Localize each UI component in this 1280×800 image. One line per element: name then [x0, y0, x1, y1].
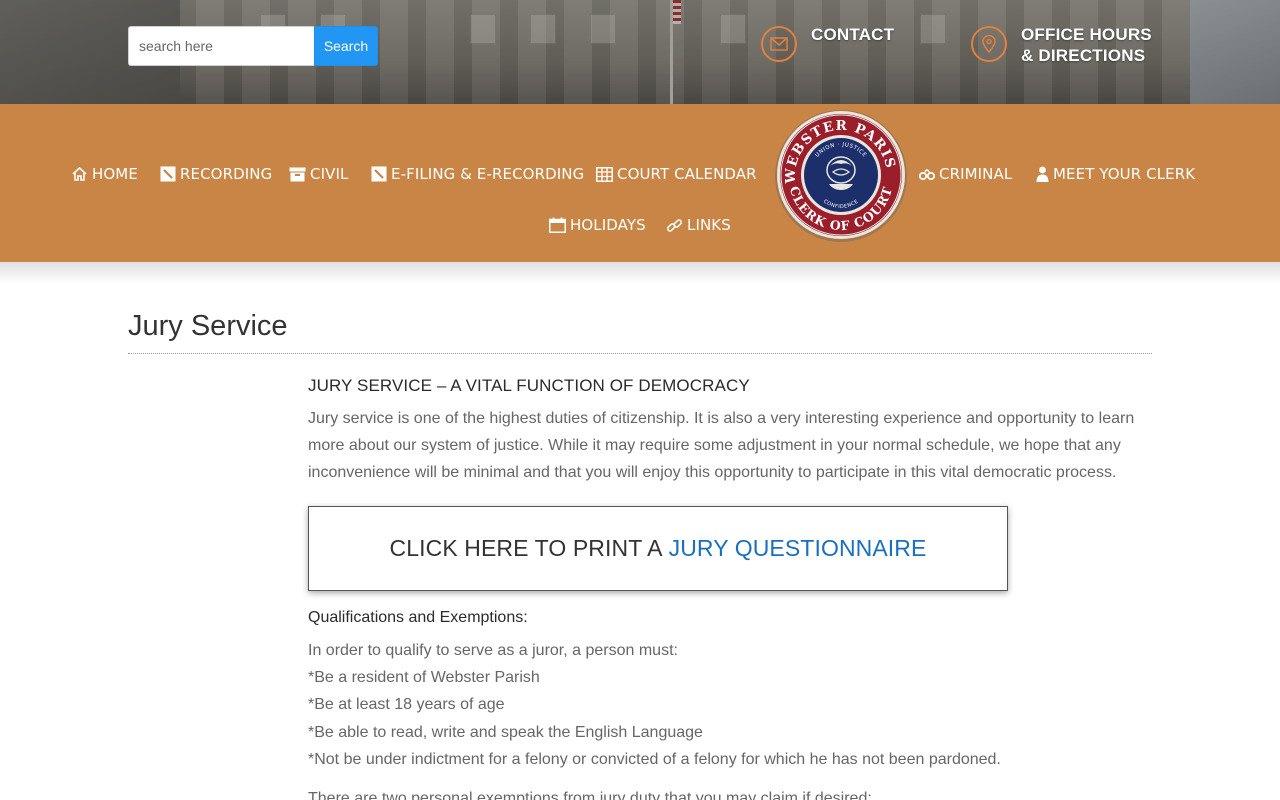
page-title: Jury Service — [128, 310, 288, 342]
intro-line: more about our system of justice. While … — [308, 437, 1121, 454]
cta-prefix: CLICK HERE TO PRINT A — [389, 535, 663, 561]
nav-court-calendar[interactable]: COURT CALENDAR — [596, 163, 757, 185]
link-icon — [666, 218, 683, 232]
envelope-icon — [761, 26, 797, 62]
nav-recording[interactable]: RECORDING — [160, 163, 272, 185]
section-heading: JURY SERVICE – A VITAL FUNCTION OF DEMOC… — [308, 376, 750, 395]
search-form: Search — [128, 26, 378, 66]
nav-links-label: LINKS — [687, 216, 731, 234]
nav-meet-your-clerk[interactable]: MEET YOUR CLERK — [1036, 163, 1195, 185]
user-icon — [1036, 166, 1049, 182]
print-questionnaire-box: CLICK HERE TO PRINT A JURY QUESTIONNAIRE — [308, 506, 1008, 591]
calendar-grid-icon — [596, 166, 613, 182]
list-item: *Be at least 18 years of age — [308, 696, 505, 714]
nav-meet-your-clerk-label: MEET YOUR CLERK — [1053, 165, 1196, 183]
contact-link[interactable]: CONTACT — [761, 24, 894, 62]
nav-efiling[interactable]: E-FILING & E-RECORDING — [371, 163, 584, 185]
qualifications-heading: Qualifications and Exemptions: — [308, 609, 528, 626]
list-item: In order to qualify to serve as a juror,… — [308, 642, 678, 659]
office-hours-label: OFFICE HOURS & DIRECTIONS — [1021, 25, 1152, 65]
search-input[interactable] — [128, 26, 314, 66]
nav-holidays-label: HOLIDAYS — [570, 216, 646, 234]
search-button[interactable]: Search — [314, 26, 378, 66]
intro-line: Jury service is one of the highest dutie… — [308, 410, 1135, 427]
calendar-icon — [549, 217, 566, 233]
intro-paragraph: Jury service is one of the highest dutie… — [308, 405, 1160, 486]
nav-civil[interactable]: CIVIL — [289, 163, 348, 185]
nav-civil-label: CIVIL — [310, 165, 349, 183]
nav-links[interactable]: LINKS — [666, 214, 731, 236]
nav-recording-label: RECORDING — [180, 165, 273, 183]
nav-holidays[interactable]: HOLIDAYS — [549, 214, 646, 236]
office-hours-link[interactable]: OFFICE HOURS & DIRECTIONS — [971, 24, 1152, 66]
clerk-of-court-seal-logo[interactable]: WEBSTER PARISH CLERK OF COURT UNION · JU… — [773, 108, 909, 244]
list-item: *Be a resident of Webster Parish — [308, 669, 540, 687]
nav-court-calendar-label: COURT CALENDAR — [617, 165, 757, 183]
home-icon — [72, 166, 87, 181]
jury-questionnaire-link[interactable]: JURY QUESTIONNAIRE — [669, 535, 927, 562]
qualifications-list: In order to qualify to serve as a juror,… — [308, 637, 1001, 773]
list-item: *Not be under indictment for a felony or… — [308, 750, 1001, 768]
nav-efiling-label: E-FILING & E-RECORDING — [391, 165, 585, 183]
map-pin-icon — [971, 26, 1007, 62]
contact-label: CONTACT — [811, 25, 895, 44]
nav-home-label: HOME — [92, 165, 138, 183]
nav-criminal[interactable]: CRIMINAL — [919, 163, 1012, 185]
intro-line: inconvenience will be minimal and that y… — [308, 464, 1117, 481]
exemptions-intro-text: There are two personal exemptions from j… — [308, 790, 872, 800]
archive-icon — [289, 167, 306, 181]
handcuffs-icon — [919, 169, 935, 181]
title-divider — [128, 353, 1152, 354]
nav-criminal-label: CRIMINAL — [939, 165, 1013, 183]
list-item: *Be able to read, write and speak the En… — [308, 723, 703, 741]
nav-home[interactable]: HOME — [71, 163, 138, 185]
edit-icon — [160, 166, 176, 182]
edit-icon — [371, 166, 387, 182]
